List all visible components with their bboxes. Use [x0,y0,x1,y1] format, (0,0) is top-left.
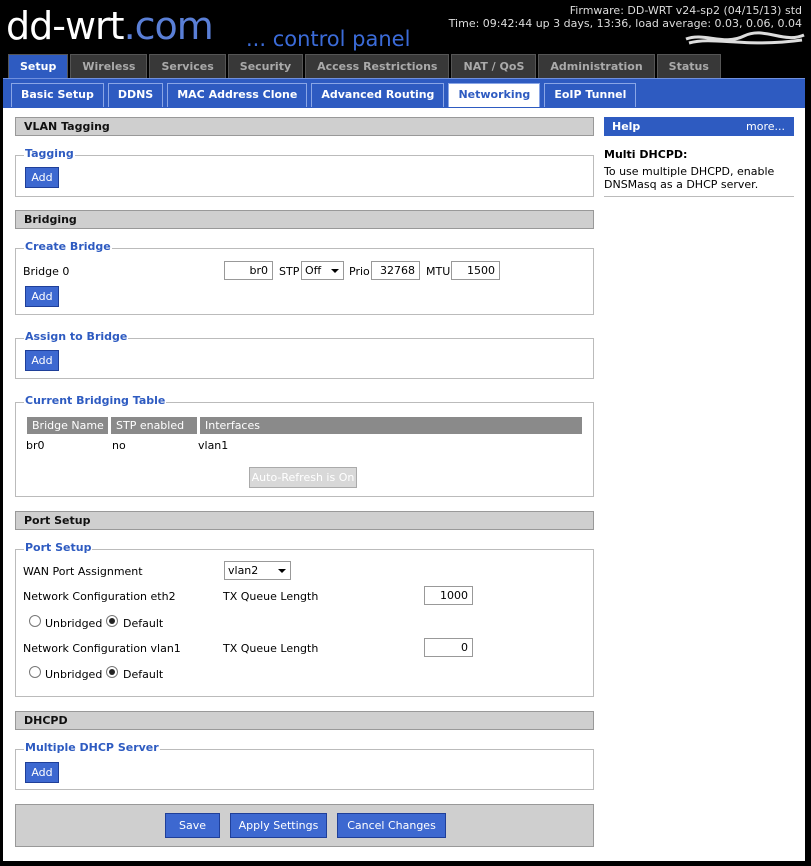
prio-label: Prio [349,265,370,278]
vlan1-config-label: Network Configuration vlan1 [23,642,181,655]
vlan1-default-label: Default [123,668,164,681]
dhcpd-add-button[interactable]: Add [25,762,59,783]
eth2-unbridged-label: Unbridged [45,617,103,630]
col-stp-enabled: STP enabled [111,417,197,434]
row-stp-enabled: no [112,439,126,452]
tab-services[interactable]: Services [149,54,226,78]
chevron-down-icon [278,569,286,573]
sub-tabs: Basic Setup DDNS MAC Address Clone Advan… [11,83,637,107]
group-assign-to-bridge: Assign to Bridge Add [15,330,594,379]
col-interfaces: Interfaces [200,417,582,434]
help-topic: Multi DHCPD: [604,148,688,161]
assign-add-button[interactable]: Add [25,350,59,371]
vlan1-unbridged-label: Unbridged [45,668,103,681]
eth2-config-label: Network Configuration eth2 [23,590,176,603]
section-port-setup: Port Setup [15,511,594,530]
group-title-current-bridging-table: Current Bridging Table [24,394,167,407]
stp-label: STP [279,265,300,278]
group-port-setup: Port Setup WAN Port Assignment vlan2 Net… [15,541,594,697]
chevron-down-icon [331,269,339,273]
tab-nat-qos[interactable]: NAT / QoS [451,54,537,78]
group-current-bridging-table: Current Bridging Table Bridge Name STP e… [15,394,594,497]
row-interfaces: vlan1 [198,439,229,452]
footer-button-bar: Save Apply Settings Cancel Changes [15,804,594,847]
section-dhcpd: DHCPD [15,711,594,730]
eth2-unbridged-radio[interactable] [29,615,41,627]
sub-tab-bar: Basic Setup DDNS MAC Address Clone Advan… [3,78,805,108]
group-title-port-setup: Port Setup [24,541,93,554]
firmware-version: Firmware: DD-WRT v24-sp2 (04/15/13) std [569,4,802,17]
stp-select[interactable]: Off [301,261,344,280]
subtab-eoip-tunnel[interactable]: EoIP Tunnel [544,83,637,107]
tab-security[interactable]: Security [227,54,304,78]
subtab-networking[interactable]: Networking [448,83,541,107]
subtab-advanced-routing[interactable]: Advanced Routing [311,83,445,107]
group-create-bridge: Create Bridge Bridge 0 br0 STP Off Prio … [15,240,594,315]
group-title-tagging: Tagging [24,147,75,160]
tagline: ... control panel [246,27,411,51]
section-bridging: Bridging [15,210,594,229]
row-bridge-name: br0 [26,439,45,452]
eth2-default-radio[interactable] [106,615,118,627]
vlan1-unbridged-radio[interactable] [29,666,41,678]
group-title-assign-to-bridge: Assign to Bridge [24,330,129,343]
tab-wireless[interactable]: Wireless [70,54,148,78]
group-multiple-dhcp-server: Multiple DHCP Server Add [15,741,594,790]
redaction-scribble [685,31,805,45]
group-tagging: Tagging Add [15,147,594,197]
help-divider [604,196,794,197]
cancel-changes-button[interactable]: Cancel Changes [337,813,446,838]
mtu-input[interactable]: 1500 [451,261,500,280]
bridge-name-input[interactable]: br0 [224,261,273,280]
header: dd-wrt.com ... control panel Firmware: D… [0,0,811,54]
group-title-multiple-dhcp-server: Multiple DHCP Server [24,741,160,754]
help-title: Help [612,120,641,133]
vlan-add-button[interactable]: Add [25,167,59,188]
subtab-mac-address-clone[interactable]: MAC Address Clone [167,83,308,107]
section-vlan-tagging: VLAN Tagging [15,117,594,136]
tab-setup[interactable]: Setup [8,54,69,80]
eth2-default-label: Default [123,617,164,630]
vlan1-txq-input[interactable]: 0 [424,638,473,657]
tab-status[interactable]: Status [656,54,721,78]
subtab-ddns[interactable]: DDNS [107,83,164,107]
help-header: Help more... [604,117,794,136]
bridge0-label: Bridge 0 [23,265,70,278]
main-tabs: Setup Wireless Services Security Access … [8,54,721,80]
firmware-info: Firmware: DD-WRT v24-sp2 (04/15/13) std … [449,4,802,30]
uptime-status: Time: 09:42:44 up 3 days, 13:36, load av… [448,17,802,30]
wan-port-select[interactable]: vlan2 [224,561,291,580]
group-title-create-bridge: Create Bridge [24,240,112,253]
col-bridge-name: Bridge Name [27,417,108,434]
help-more-link[interactable]: more... [746,117,785,136]
tab-administration[interactable]: Administration [538,54,655,78]
help-text: To use multiple DHCPD, enable DNSMasq as… [604,165,775,191]
tab-access-restrictions[interactable]: Access Restrictions [305,54,450,78]
logo: dd-wrt.com [6,4,214,48]
wan-port-label: WAN Port Assignment [23,565,143,578]
mtu-label: MTU [426,265,451,278]
bridge-add-button[interactable]: Add [25,286,59,307]
eth2-txq-label: TX Queue Length [223,590,319,603]
vlan1-default-radio[interactable] [106,666,118,678]
vlan1-txq-label: TX Queue Length [223,642,319,655]
save-button[interactable]: Save [165,813,220,838]
eth2-txq-input[interactable]: 1000 [424,586,473,605]
content-area: VLAN Tagging Tagging Add Bridging Create… [3,108,805,861]
apply-settings-button[interactable]: Apply Settings [230,813,327,838]
prio-input[interactable]: 32768 [371,261,420,280]
auto-refresh-button[interactable]: Auto-Refresh is On [249,467,357,488]
subtab-basic-setup[interactable]: Basic Setup [11,83,104,107]
